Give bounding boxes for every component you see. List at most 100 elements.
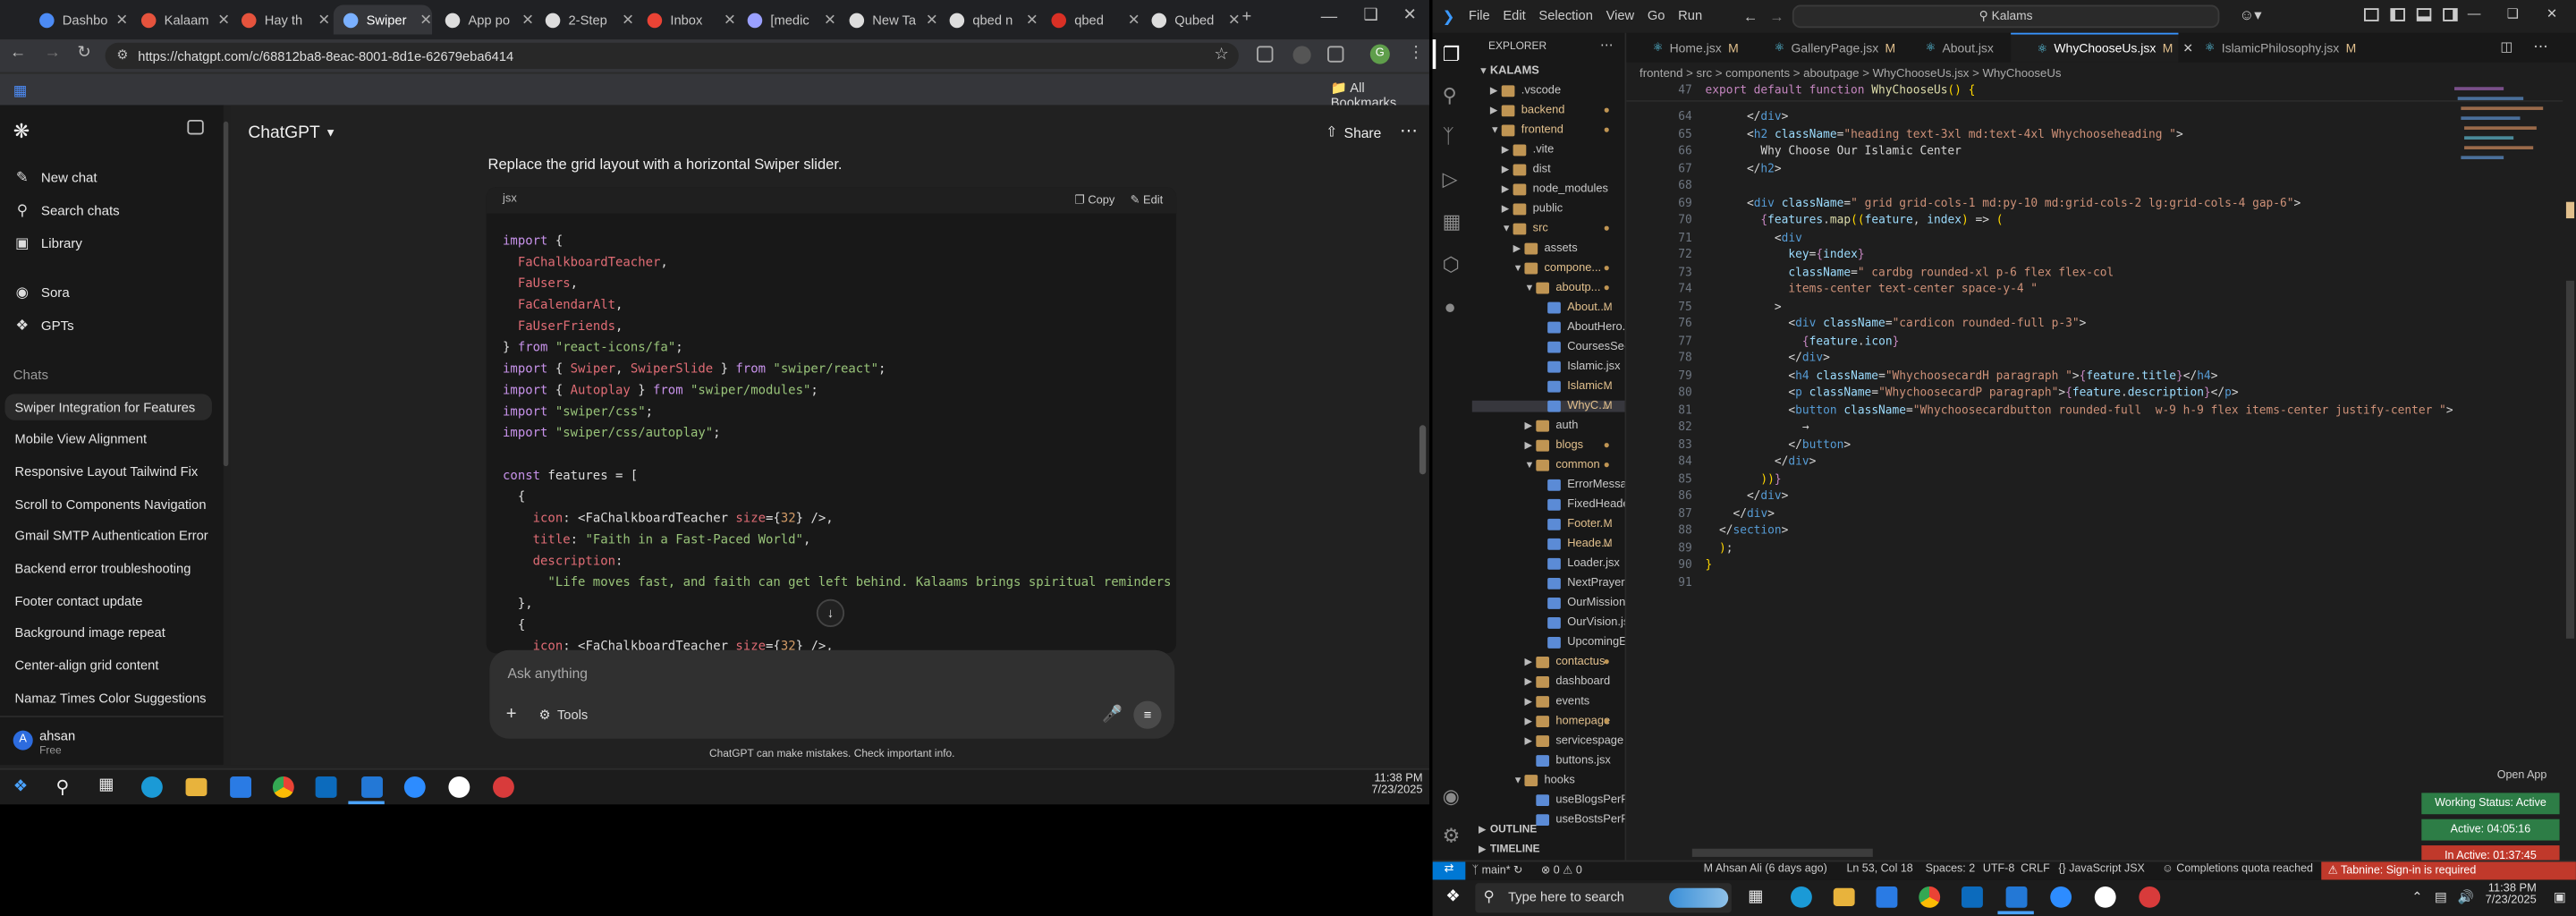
browser-tab[interactable]: 2-Step ✕	[536, 5, 634, 35]
close-tab-icon[interactable]: ✕	[1026, 11, 1038, 29]
notifications-icon[interactable]: ▣	[2554, 890, 2566, 905]
network-icon[interactable]: ▤	[2435, 890, 2447, 905]
explorer-item-auth[interactable]: ▶ auth	[1524, 420, 1578, 432]
close-tab-icon[interactable]: ✕	[1228, 11, 1241, 29]
close-tab-icon[interactable]: ✕	[824, 11, 836, 29]
menu-item[interactable]: Edit	[1503, 8, 1525, 23]
menu-item[interactable]: View	[1606, 8, 1635, 23]
minimap[interactable]	[2448, 84, 2546, 199]
clock[interactable]: 11:38 PM 7/23/2025	[2486, 883, 2537, 906]
explorer-item-assets[interactable]: ▶ assets	[1513, 242, 1578, 255]
chat-history-item[interactable]: Responsive Layout Tailwind Fix	[0, 459, 210, 485]
restore-icon[interactable]: ❑	[2507, 6, 2519, 21]
git-blame[interactable]: M Ahsan Ali (6 days ago)	[1704, 863, 1827, 875]
close-tab-icon[interactable]: ✕	[724, 11, 736, 29]
forward-icon[interactable]: →	[1769, 8, 1784, 24]
explorer-item-frontend[interactable]: ▼ frontend	[1490, 124, 1563, 137]
start-icon[interactable]: ❖	[1445, 888, 1460, 906]
menu-item[interactable]: Go	[1648, 8, 1665, 23]
start-icon[interactable]: ❖	[13, 778, 28, 796]
cursor-position[interactable]: Ln 53, Col 18	[1846, 863, 1912, 875]
scroll-down-icon[interactable]: ↓	[816, 598, 845, 628]
explorer-item-src[interactable]: ▼ src	[1502, 223, 1548, 235]
zoom-icon[interactable]	[2050, 886, 2072, 908]
explorer-item-about[interactable]: About...	[1536, 301, 1607, 314]
voice-mode-icon[interactable]: ≡	[1133, 700, 1162, 729]
explorer-item-backend[interactable]: ▶ backend	[1490, 105, 1564, 117]
add-attachment-icon[interactable]: +	[506, 704, 517, 724]
chat-history-item[interactable]: Scroll to Components Navigation	[0, 491, 210, 517]
browser-tab[interactable]: qbed ✕	[1041, 5, 1140, 35]
new-chat-button[interactable]: ✎ New chat	[13, 169, 97, 187]
close-tab-icon[interactable]: ✕	[622, 11, 634, 29]
library-button[interactable]: ▣ Library	[13, 234, 82, 252]
browser-tab[interactable]: App po ✕	[436, 5, 534, 35]
model-selector[interactable]: ChatGPT ▼	[248, 123, 336, 143]
toggle-panel-icon[interactable]	[2416, 8, 2432, 21]
editor-scrollbar-track[interactable]	[2563, 83, 2576, 861]
gpts-button[interactable]: ❖ GPTs	[13, 317, 74, 335]
edge-icon[interactable]	[1791, 886, 1812, 908]
explorer-item-public[interactable]: ▶ public	[1502, 203, 1563, 216]
explorer-item-servicespage[interactable]: ▶ servicespage	[1524, 735, 1623, 747]
explorer-item-ourvision[interactable]: OurVision.jsx	[1536, 616, 1624, 629]
message-input[interactable]: Ask anything	[508, 665, 588, 681]
copy-button[interactable]: ❐ Copy	[1074, 194, 1114, 207]
horizontal-scrollbar[interactable]	[1691, 848, 1873, 857]
explorer-item-hooks[interactable]: ▼ hooks	[1513, 775, 1575, 787]
workspace-root[interactable]: ▼ KALAMS	[1479, 65, 1539, 77]
remote-explorer-icon[interactable]: ⬡	[1443, 253, 1460, 276]
volume-icon[interactable]: 🔊	[2458, 890, 2474, 905]
search-chats-button[interactable]: ⚲ Search chats	[13, 202, 120, 220]
close-window-icon[interactable]: ✕	[2546, 6, 2557, 21]
share-button[interactable]: ⇧ Share	[1326, 123, 1381, 141]
editor-scrollbar-thumb[interactable]	[2565, 280, 2575, 639]
git-branch[interactable]: ᛉ main* ↻	[1472, 863, 1523, 877]
openai-logo-icon[interactable]: ❋	[13, 120, 30, 143]
forward-icon[interactable]: →	[45, 45, 61, 62]
extensions-icon[interactable]: ▦	[1443, 210, 1462, 233]
source-control-icon[interactable]: ᛉ	[1443, 124, 1454, 148]
explorer-item-abouthero[interactable]: AboutHero.j...	[1536, 321, 1624, 334]
explorer-item-dot-vscode[interactable]: ▶ .vscode	[1490, 85, 1561, 98]
store-icon[interactable]	[1876, 886, 1898, 908]
browser-tab[interactable]: Hay th ✕	[232, 5, 330, 35]
url-input[interactable]: ⚙ https://chatgpt.com/c/68812ba8-8eac-80…	[105, 42, 1239, 70]
encoding[interactable]: UTF-8	[1983, 863, 2014, 875]
github-icon[interactable]	[2094, 886, 2116, 908]
browser-tab[interactable]: Qubed ✕	[1142, 5, 1241, 35]
explorer-item-node-modules[interactable]: ▶ node_modules	[1502, 183, 1608, 196]
file-explorer-icon[interactable]	[1833, 887, 1855, 906]
sidebar-scrollbar[interactable]	[223, 121, 229, 467]
language-mode[interactable]: {} JavaScript JSX	[2058, 863, 2144, 875]
explorer-item-dist[interactable]: ▶ dist	[1502, 164, 1551, 176]
reload-icon[interactable]: ↻	[77, 45, 90, 62]
extension-icon-2[interactable]	[1292, 46, 1311, 64]
zoom-icon[interactable]	[403, 776, 426, 798]
close-tab-icon[interactable]: ✕	[521, 11, 534, 29]
explorer-item-header[interactable]: Heade...	[1536, 538, 1611, 550]
app-icon[interactable]	[2139, 886, 2161, 908]
vscode-icon[interactable]	[315, 776, 337, 798]
new-tab-icon[interactable]: +	[1242, 9, 1252, 26]
explorer-item-useblogsperpage[interactable]: useBlogsPerP...	[1524, 794, 1624, 807]
explorer-item-islamicphilosophy[interactable]: Islamic...	[1536, 380, 1613, 393]
search-icon[interactable]: ⚲	[1443, 84, 1457, 107]
toggle-sidebar-icon[interactable]	[187, 119, 204, 135]
explorer-item-errormessage[interactable]: ErrorMessa...	[1536, 479, 1624, 491]
chat-history-item[interactable]: Swiper Integration for Features	[4, 394, 212, 420]
edit-button[interactable]: ✎ Edit	[1131, 194, 1164, 207]
user-profile[interactable]: A ahsan Free	[0, 716, 224, 765]
browser-tab[interactable]: Swiper ✕	[333, 4, 433, 35]
chat-history-item[interactable]: Gmail SMTP Authentication Error	[0, 523, 210, 549]
copilot-status[interactable]: ☺ Completions quota reached	[2162, 863, 2313, 875]
explorer-item-blogs[interactable]: ▶ blogs	[1524, 439, 1583, 452]
open-app-label[interactable]: Open App	[2497, 770, 2547, 782]
explorer-item-contactus[interactable]: ▶ contactus	[1524, 657, 1605, 668]
browser-tab[interactable]: Dashbo ✕	[30, 5, 128, 35]
app-icon[interactable]	[493, 776, 514, 798]
explorer-item-ourmission[interactable]: OurMission...	[1536, 597, 1624, 609]
edge-icon[interactable]	[140, 776, 163, 798]
back-icon[interactable]: ←	[10, 45, 26, 62]
accounts-icon[interactable]: ◉	[1443, 785, 1460, 808]
